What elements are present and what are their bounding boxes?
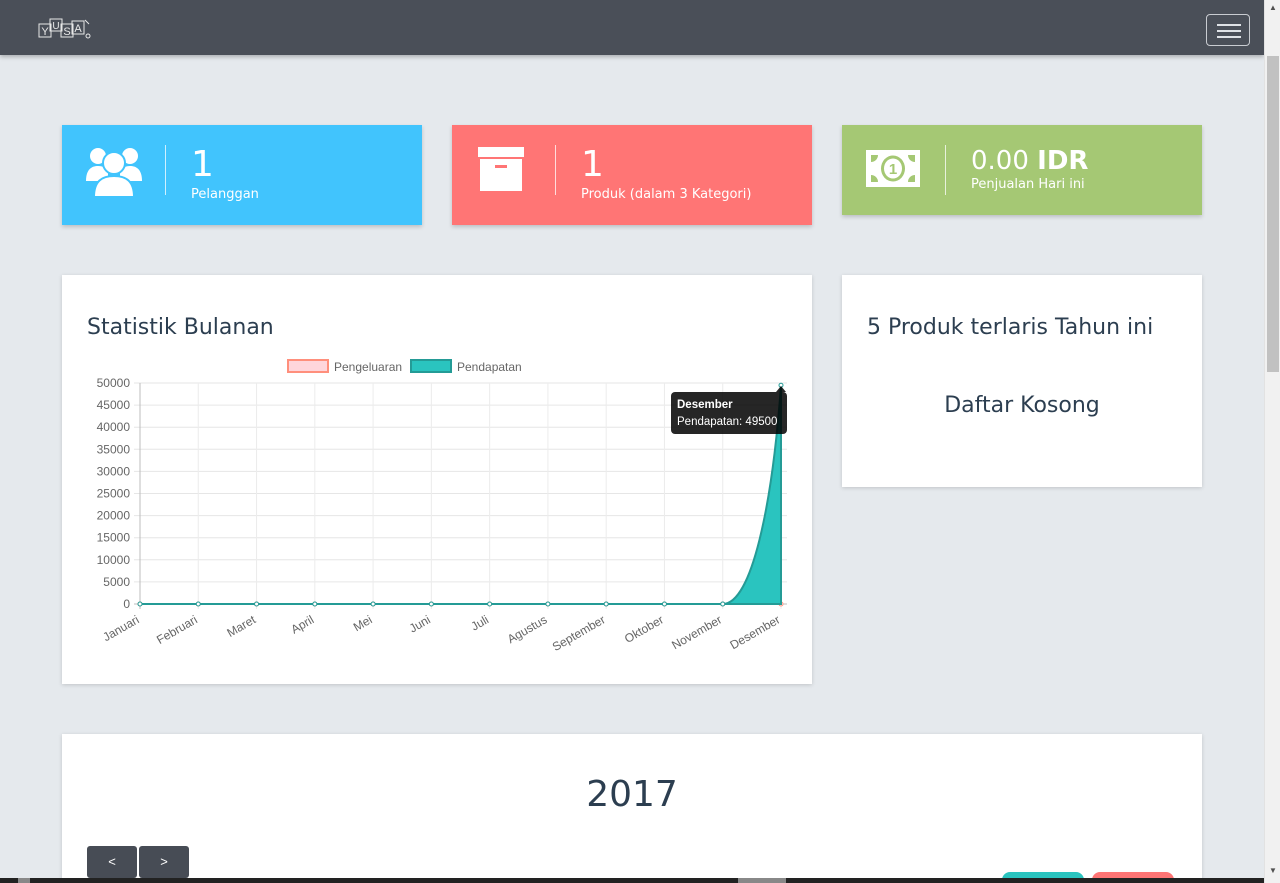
sales-label: Penjualan Hari ini xyxy=(971,177,1085,192)
products-stat-card: 1 Produk (dalam 3 Kategori) xyxy=(452,125,812,225)
panel-title: Statistik Bulanan xyxy=(87,315,274,340)
sales-amount: 0.00 xyxy=(971,146,1029,176)
card-divider xyxy=(165,145,166,195)
sales-value: 0.00 IDR xyxy=(971,147,1088,175)
tooltip-title: Desember xyxy=(677,399,733,411)
archive-box-icon xyxy=(478,147,524,191)
monthly-stats-panel: Statistik Bulanan xyxy=(62,275,812,684)
money-bill-icon: 1 xyxy=(866,150,920,187)
svg-text:S: S xyxy=(63,26,70,38)
tooltip-body: Pendapatan: 49500 xyxy=(677,416,778,428)
products-label: Produk (dalam 3 Kategori) xyxy=(581,187,752,202)
customers-stat-card: 1 Pelanggan xyxy=(62,125,422,225)
svg-text:Y: Y xyxy=(41,26,49,38)
next-year-button[interactable]: > xyxy=(139,846,189,878)
users-icon xyxy=(86,148,142,197)
navbar: Y U S A xyxy=(0,0,1264,55)
svg-text:U: U xyxy=(52,21,59,32)
panel-title: 5 Produk terlaris Tahun ini xyxy=(867,315,1154,340)
calendar-panel: 2017 < > xyxy=(62,734,1202,883)
products-count: 1 xyxy=(581,144,604,185)
card-divider xyxy=(945,145,946,195)
scroll-up-arrow-icon[interactable]: ▲ xyxy=(1269,4,1277,12)
svg-text:A: A xyxy=(74,23,82,35)
customers-label: Pelanggan xyxy=(191,187,259,202)
sales-stat-card: 1 0.00 IDR Penjualan Hari ini xyxy=(842,125,1202,215)
bottom-edge xyxy=(0,878,1264,883)
page-scrollbar[interactable]: ▲ ▼ xyxy=(1264,0,1280,883)
sales-currency: IDR xyxy=(1037,146,1089,176)
customers-count: 1 xyxy=(191,144,214,185)
chart-tooltip: Desember Pendapatan: 49500 xyxy=(671,392,787,434)
navbar-toggle-button[interactable] xyxy=(1206,14,1250,46)
top-products-panel: 5 Produk terlaris Tahun ini Daftar Koson… xyxy=(842,275,1202,487)
empty-list-message: Daftar Kosong xyxy=(944,393,1100,418)
card-divider xyxy=(555,145,556,195)
brand-logo[interactable]: Y U S A xyxy=(38,16,92,42)
scroll-thumb[interactable] xyxy=(1267,56,1279,372)
scroll-down-arrow-icon[interactable]: ▼ xyxy=(1269,867,1277,875)
svg-text:1: 1 xyxy=(889,161,897,178)
prev-year-button[interactable]: < xyxy=(87,846,137,878)
calendar-year: 2017 xyxy=(586,774,678,815)
